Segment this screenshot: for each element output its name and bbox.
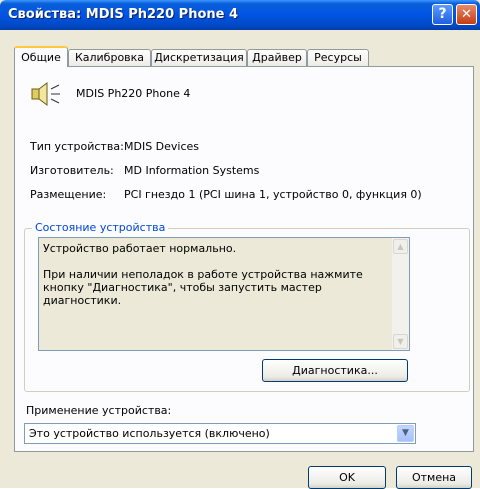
cancel-button[interactable]: Отмена — [396, 466, 472, 489]
ok-button[interactable]: OK — [308, 466, 386, 489]
location-label: Размещение: — [30, 188, 107, 201]
location-value: PCI гнездо 1 (PCI шина 1, устройство 0, … — [124, 188, 422, 201]
chevron-down-icon[interactable]: ▼ — [397, 425, 414, 442]
device-usage-label: Применение устройства: — [26, 404, 172, 417]
speaker-icon — [31, 82, 60, 106]
device-status-textbox[interactable]: Устройство работает нормально. При налич… — [38, 237, 410, 351]
tab-sampling[interactable]: Дискретизация — [151, 49, 247, 66]
device-status-text: Устройство работает нормально. При налич… — [43, 242, 363, 307]
help-button[interactable]: ? — [432, 4, 453, 25]
tab-calibration[interactable]: Калибровка — [68, 49, 151, 66]
title-bar[interactable]: Свойства: MDIS Ph220 Phone 4 ? ✕ — [0, 0, 480, 30]
manufacturer-value: MD Information Systems — [124, 164, 260, 177]
device-status-group-title: Состояние устройства — [32, 221, 169, 234]
device-usage-selected: Это устройство используется (включено) — [29, 427, 270, 440]
tab-general[interactable]: Общие — [14, 46, 68, 67]
tab-driver[interactable]: Драйвер — [247, 49, 307, 66]
device-name: MDIS Ph220 Phone 4 — [76, 87, 191, 100]
device-usage-select[interactable]: Это устройство используется (включено) ▼ — [24, 423, 416, 444]
window-title: Свойства: MDIS Ph220 Phone 4 — [8, 7, 239, 22]
close-button[interactable]: ✕ — [456, 4, 477, 25]
tab-resources[interactable]: Ресурсы — [307, 49, 369, 66]
manufacturer-label: Изготовитель: — [30, 164, 114, 177]
device-type-value: MDIS Devices — [124, 140, 200, 153]
troubleshoot-button[interactable]: Диагностика... — [262, 359, 408, 382]
scroll-down-icon[interactable]: ▼ — [393, 334, 408, 349]
scroll-up-icon[interactable]: ▲ — [393, 239, 408, 254]
status-scrollbar[interactable]: ▲ ▼ — [392, 238, 409, 350]
device-type-label: Тип устройства: — [30, 140, 124, 153]
properties-window: Свойства: MDIS Ph220 Phone 4 ? ✕ Общие К… — [0, 0, 480, 489]
